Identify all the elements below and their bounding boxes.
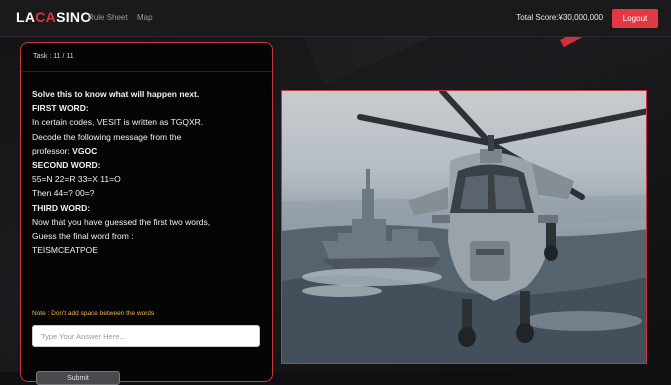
question-body: Solve this to know what will happen next… (32, 87, 268, 257)
third-word-heading: THIRD WORD: (32, 202, 91, 213)
logout-button[interactable]: Logout (612, 9, 658, 28)
task-header: Task : 11 / 11 (21, 43, 272, 72)
note-text: Note : Don't add space between the words (32, 310, 155, 317)
task-counter: Task : 11 / 11 (33, 53, 74, 60)
submit-button[interactable]: Submit (36, 371, 120, 385)
nav-link-map[interactable]: Map (137, 13, 153, 22)
answer-input[interactable] (32, 325, 260, 347)
second-word-code: 55=N 22=R 33=X 11=O (32, 174, 121, 185)
third-word-letters: TEISMCEATPOE (32, 245, 98, 256)
nav-link-rule-sheet[interactable]: Rule Sheet (88, 13, 128, 22)
brand-suffix: SINO (56, 9, 92, 25)
helicopter-image (281, 90, 647, 364)
third-word-instruction: Now that you have guessed the first two … (32, 216, 211, 227)
top-navbar: LACASINO Rule Sheet Map Total Score:¥30,… (0, 0, 671, 37)
second-word-question: Then 44=? 00=? (32, 188, 95, 199)
brand-prefix: LA (16, 9, 36, 25)
task-panel: Task : 11 / 11 Solve this to know what w… (20, 42, 273, 385)
professor-code: VGOC (72, 145, 98, 156)
first-word-heading: FIRST WORD: (32, 103, 89, 114)
professor-label: professor: (32, 145, 70, 156)
brand-mid: CA (35, 9, 57, 25)
total-score: Total Score:¥30,000,000 (516, 13, 603, 22)
first-word-code-line: professor: VGOC (32, 144, 268, 158)
first-word-instruction: Decode the following message from the (32, 131, 182, 142)
second-word-heading: SECOND WORD: (32, 160, 101, 171)
first-word-rule: In certain codes, VESIT is written as TG… (32, 117, 204, 128)
helicopter-illustration (282, 91, 646, 363)
third-word-prompt: Guess the final word from : (32, 231, 134, 242)
question-intro: Solve this to know what will happen next… (32, 89, 200, 99)
brand-logo[interactable]: LACASINO (16, 9, 92, 25)
